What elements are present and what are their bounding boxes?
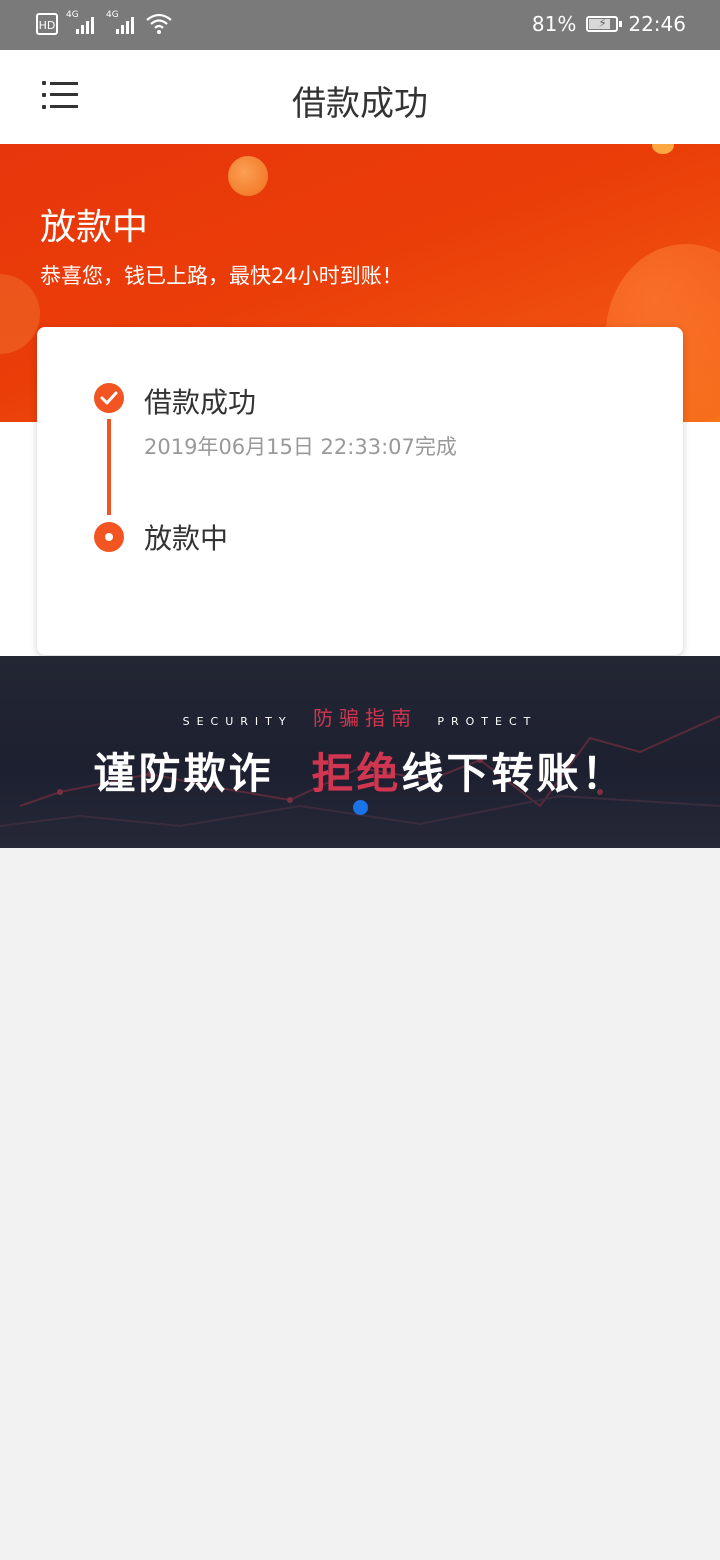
progress-connector-line bbox=[107, 419, 111, 515]
decorative-bubble-2 bbox=[652, 144, 674, 154]
banner-headline-part3: 线下转账！ bbox=[401, 749, 627, 798]
step-label-loan-success: 借款成功 bbox=[144, 386, 257, 419]
signal-4g-icon: 4G bbox=[66, 10, 98, 36]
status-bar-right: 81% ⚡ 22:46 bbox=[532, 12, 686, 36]
battery-icon: ⚡ bbox=[586, 16, 623, 32]
carousel-pager-dot[interactable] bbox=[353, 800, 368, 815]
banner-caption: SECURITY 防骗指南 PROTECT bbox=[0, 702, 720, 731]
status-bar-left: HD 4G 4G bbox=[36, 10, 172, 36]
step-timestamp: 2019年06月15日 22:33:07完成 bbox=[144, 435, 457, 459]
decorative-bubble-4 bbox=[0, 274, 40, 354]
top-nav-bar: 借款成功 bbox=[0, 50, 720, 144]
hero-status-title: 放款中 bbox=[40, 207, 149, 248]
signal-4g-icon-2: 4G bbox=[106, 10, 138, 36]
hero-status-subtitle: 恭喜您，钱已上路，最快24小时到账！ bbox=[40, 264, 403, 288]
decorative-bubble bbox=[228, 156, 268, 196]
step-label-disbursing: 放款中 bbox=[144, 522, 229, 555]
loan-progress-card: 借款成功 2019年06月15日 22:33:07完成 放款中 bbox=[37, 327, 683, 655]
banner-caption-en-left: SECURITY bbox=[182, 715, 293, 728]
banner-headline: 谨防欺诈 拒绝线下转账！ bbox=[0, 740, 720, 801]
wifi-icon bbox=[146, 13, 172, 34]
banner-headline-part2: 拒绝 bbox=[311, 749, 402, 798]
banner-headline-part1: 谨防欺诈 bbox=[93, 749, 274, 798]
clock-time: 22:46 bbox=[628, 12, 686, 36]
banner-caption-en-right: PROTECT bbox=[437, 715, 538, 728]
fraud-warning-banner[interactable]: SECURITY 防骗指南 PROTECT 谨防欺诈 拒绝线下转账！ bbox=[0, 656, 720, 848]
battery-percent: 81% bbox=[531, 12, 577, 36]
check-circle-icon bbox=[94, 383, 124, 413]
banner-caption-cn: 防骗指南 bbox=[312, 706, 417, 730]
status-bar: HD 4G 4G 81% ⚡ 22:46 bbox=[0, 0, 720, 50]
in-progress-dot-icon bbox=[94, 522, 124, 552]
hd-icon: HD bbox=[36, 13, 58, 35]
page-title: 借款成功 bbox=[292, 84, 428, 124]
